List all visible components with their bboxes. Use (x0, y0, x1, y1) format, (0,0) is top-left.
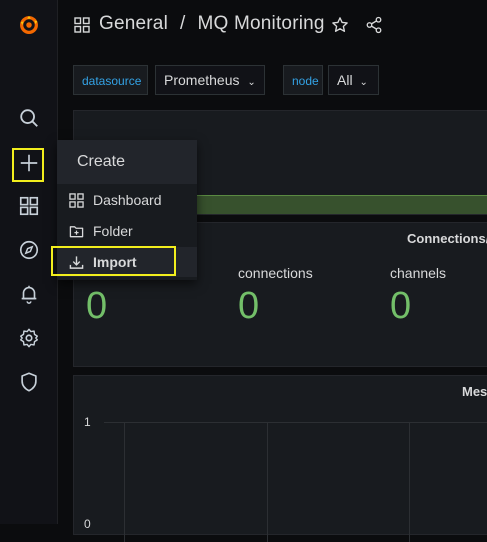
grafana-logo[interactable] (0, 8, 57, 42)
alerting-button[interactable] (0, 277, 57, 311)
menu-item-label: Folder (93, 223, 133, 239)
datasource-variable-label: datasource (73, 65, 148, 95)
dashboards-icon (19, 196, 38, 216)
folder-plus-icon (69, 225, 84, 237)
star-icon[interactable] (331, 16, 349, 34)
configuration-button[interactable] (0, 321, 57, 355)
explore-button[interactable] (0, 233, 57, 267)
breadcrumb: General / MQ Monitoring (99, 13, 325, 35)
node-variable-label: node (283, 65, 323, 95)
stat-value-channels: 0 (390, 285, 412, 327)
grid-line (124, 422, 125, 542)
menu-item-dashboard[interactable]: Dashboard (57, 185, 197, 215)
alerting-bell-icon (21, 285, 36, 304)
sidebar (0, 0, 58, 524)
search-button[interactable] (0, 101, 57, 135)
dashboard-grid-icon (74, 17, 90, 33)
breadcrumb-separator: / (180, 13, 186, 34)
menu-item-folder[interactable]: Folder (57, 216, 197, 246)
grid-line (409, 422, 410, 542)
server-admin-button[interactable] (0, 365, 57, 399)
breadcrumb-dashboard-title[interactable]: MQ Monitoring (197, 13, 324, 34)
share-icon[interactable] (365, 16, 383, 34)
y-tick-label: 1 (84, 415, 91, 429)
stat-value: 0 (86, 285, 108, 327)
grid-line (267, 422, 268, 542)
breadcrumb-folder[interactable]: General (99, 13, 168, 34)
graph-panel-title: Mes (462, 384, 487, 399)
import-highlight-box (51, 246, 176, 276)
chevron-down-icon: ⌄ (247, 77, 256, 88)
search-icon (19, 109, 38, 127)
menu-item-label: Dashboard (93, 192, 162, 208)
messages-graph-panel: Mes 1 0 (73, 375, 487, 542)
chevron-down-icon: ⌄ (359, 77, 368, 88)
explore-compass-icon (19, 240, 38, 260)
grafana-logo-icon (19, 15, 38, 34)
stat-title-channels: channels (390, 265, 447, 281)
dashboard-grid-icon (69, 192, 84, 208)
configuration-gear-icon (19, 328, 38, 348)
node-variable-select[interactable]: All ⌄ (328, 65, 379, 95)
y-tick-label: 0 (84, 517, 91, 531)
grid-line (104, 422, 487, 423)
connections-panel-title: Connections/ (407, 231, 487, 246)
datasource-value: Prometheus (164, 72, 240, 88)
server-admin-shield-icon (20, 372, 37, 392)
datasource-variable-select[interactable]: Prometheus ⌄ (155, 65, 265, 95)
node-value: All (337, 72, 353, 88)
stat-value-connections: 0 (238, 285, 260, 327)
stat-title-connections: connections (238, 265, 313, 281)
create-menu-title: Create (57, 140, 197, 184)
create-highlight-box (12, 148, 44, 182)
top-navbar: General / MQ Monitoring (58, 0, 487, 50)
dashboards-button[interactable] (0, 189, 57, 223)
